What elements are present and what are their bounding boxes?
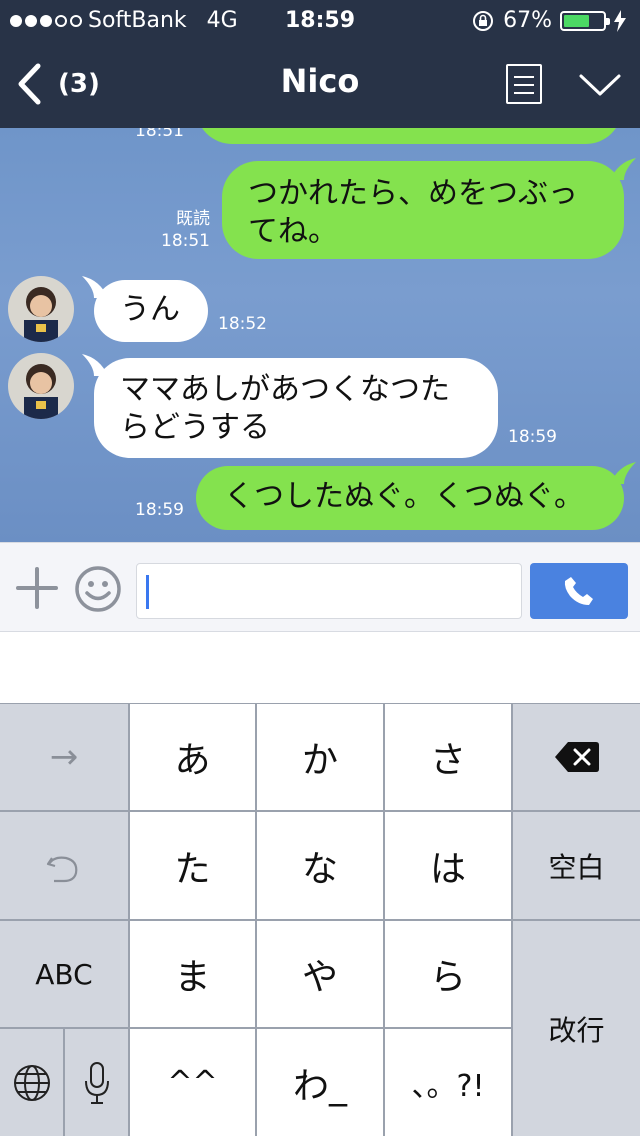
bubble-tail <box>82 276 108 298</box>
chevron-down-icon[interactable] <box>578 70 622 100</box>
suggestion-area <box>0 633 640 703</box>
avatar[interactable] <box>8 276 74 342</box>
message-input[interactable] <box>136 563 522 619</box>
key-punctuation[interactable]: 、。?! <box>385 1029 511 1136</box>
message-time: 18:52 <box>218 314 267 334</box>
space-key[interactable]: 空白 <box>513 812 640 919</box>
chat-header: (3) Nico <box>0 40 640 128</box>
message-bubble: くつしたぬぐ。くつぬぐ。 <box>196 466 624 530</box>
globe-key[interactable] <box>0 1029 63 1136</box>
key-ra[interactable]: ら <box>385 921 511 1027</box>
message-bubble: うん <box>94 280 208 342</box>
key-ma[interactable]: ま <box>130 921 255 1027</box>
next-candidate-key[interactable]: → <box>0 704 128 810</box>
abc-key[interactable]: ABC <box>0 921 128 1027</box>
rotation-lock-icon <box>473 10 494 31</box>
message-time-partial: 18:51 <box>135 128 184 141</box>
key-wa[interactable]: わ_ <box>257 1029 383 1136</box>
delete-key[interactable] <box>513 704 640 810</box>
key-ka[interactable]: か <box>257 704 383 810</box>
battery-percent: 67% <box>503 8 552 33</box>
chat-title: Nico <box>280 62 360 100</box>
bubble-tail <box>82 354 108 376</box>
avatar[interactable] <box>8 353 74 419</box>
plus-icon[interactable] <box>16 567 58 609</box>
menu-icon[interactable] <box>506 64 542 104</box>
top-bar: SoftBank 4G 18:59 67% (3) Nico <box>0 0 640 128</box>
key-a[interactable]: あ <box>130 704 255 810</box>
message-bubble-partial <box>196 128 622 144</box>
emoji-icon[interactable] <box>74 565 122 613</box>
message-input-bar <box>0 542 640 632</box>
key-ta[interactable]: た <box>130 812 255 919</box>
microphone-icon <box>84 1061 109 1104</box>
status-bar: SoftBank 4G 18:59 67% <box>0 0 640 40</box>
return-key[interactable]: 改行 <box>513 921 640 1136</box>
undo-icon <box>46 856 78 882</box>
call-button[interactable] <box>530 563 628 619</box>
chat-area[interactable]: 18:51 つかれたら、めをつぶっ てね。 既読 18:51 うん 18:52 <box>0 128 640 542</box>
message-time: 18:59 <box>508 427 557 447</box>
undo-key[interactable] <box>0 812 128 919</box>
keyboard: → ABC あ か さ た な は ま や ら ^^ わ_ 、。?! 空白 改行 <box>0 703 640 1136</box>
read-receipt: 既読 18:51 <box>161 209 210 251</box>
dictation-key[interactable] <box>65 1029 128 1136</box>
key-sa[interactable]: さ <box>385 704 511 810</box>
backspace-icon <box>554 742 599 772</box>
message-bubble: つかれたら、めをつぶっ てね。 <box>222 161 624 259</box>
bubble-tail <box>610 462 636 484</box>
bubble-tail <box>610 158 636 180</box>
key-ha[interactable]: は <box>385 812 511 919</box>
message-time: 18:59 <box>135 500 184 520</box>
globe-icon <box>13 1064 50 1101</box>
phone-icon <box>564 577 593 605</box>
text-cursor <box>146 575 149 609</box>
battery-icon <box>560 10 610 31</box>
key-emoticon[interactable]: ^^ <box>130 1029 255 1136</box>
key-na[interactable]: な <box>257 812 383 919</box>
message-bubble: ママあしがあつくなつた らどうする <box>94 358 498 458</box>
key-ya[interactable]: や <box>257 921 383 1027</box>
charging-icon <box>614 9 626 32</box>
